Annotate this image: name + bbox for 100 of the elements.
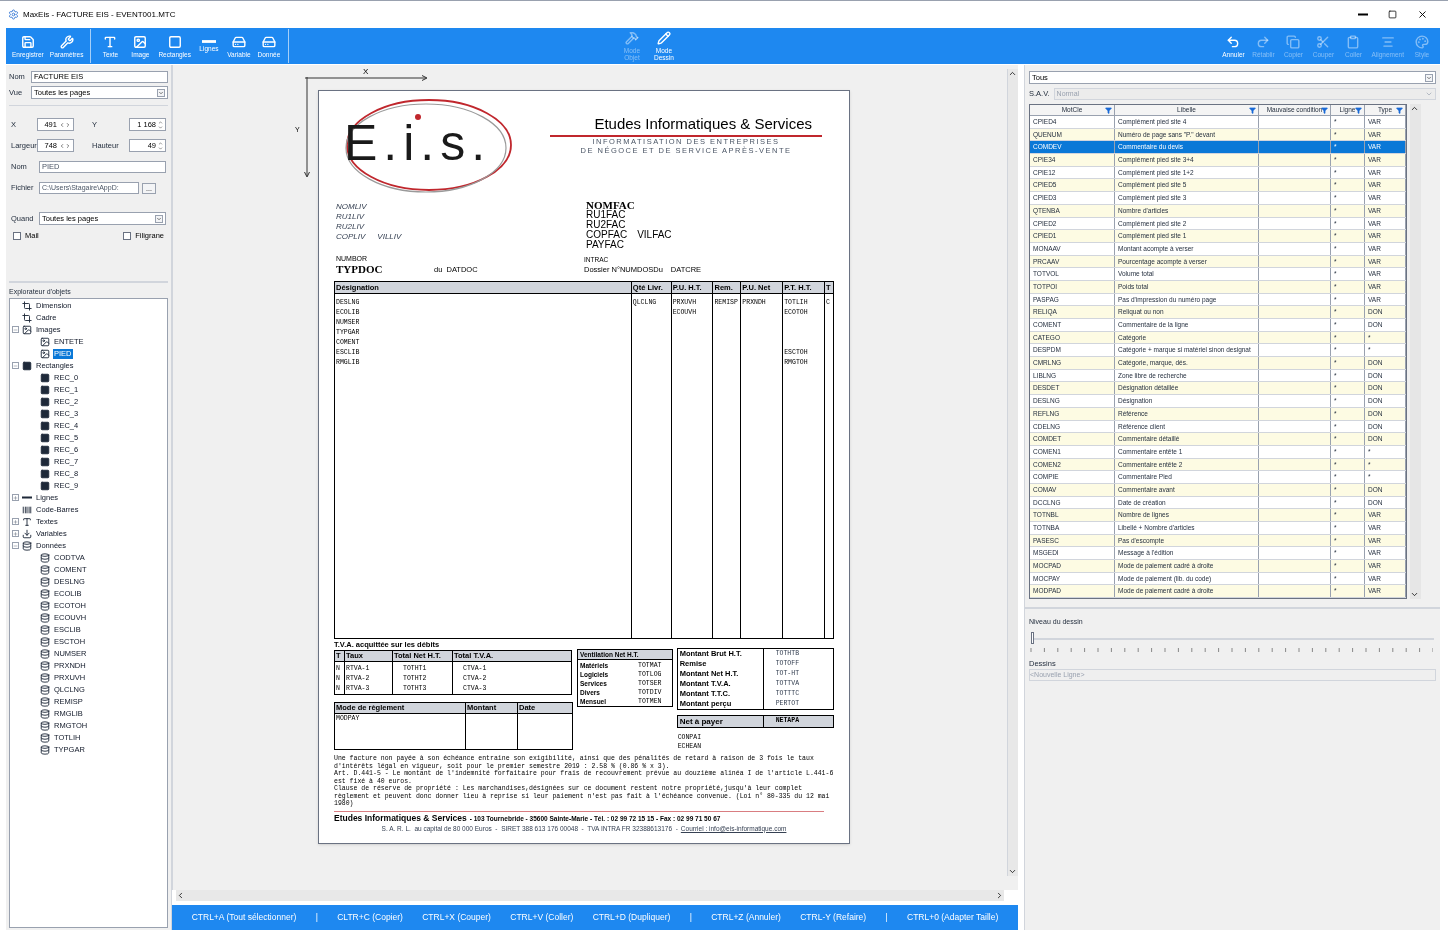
tray-icon (231, 34, 246, 49)
collapse-icon[interactable] (12, 362, 19, 370)
shortcut-hint: CTRL+Z (Annuler) (711, 911, 781, 924)
delivery-field: NOMLIV (336, 202, 586, 212)
billing-field: PAYFAC (586, 240, 672, 250)
database-icon (40, 564, 50, 575)
billing-name: NOMFAC (586, 200, 636, 210)
clipboard-icon (1346, 34, 1361, 49)
square-icon (40, 480, 50, 491)
database-icon (40, 576, 50, 587)
database-icon (40, 744, 50, 755)
checkbox[interactable] (13, 231, 21, 240)
app-icon (8, 9, 19, 20)
square-icon (167, 34, 182, 49)
billing-field: VILFAC (637, 230, 672, 240)
expand-icon[interactable] (12, 530, 19, 538)
square-icon (40, 372, 50, 383)
vertical-scrollbar[interactable] (1007, 69, 1018, 876)
database-icon (22, 540, 32, 551)
database-icon (40, 660, 50, 671)
scissors-icon (1316, 34, 1331, 49)
collapse-icon[interactable] (12, 326, 19, 334)
text-icon (103, 34, 118, 49)
horizontal-scrollbar[interactable] (176, 890, 1004, 901)
dropdown-arrow-icon (157, 88, 165, 97)
slider-thumb[interactable] (1031, 631, 1034, 644)
delivery-field: RU2LIV (336, 222, 586, 232)
hammer-icon (624, 31, 639, 45)
square-icon (40, 444, 50, 455)
align-icon (1380, 34, 1395, 49)
database-icon (40, 636, 50, 647)
company-name: Etudes Informatiques & Services (594, 115, 813, 133)
delivery-field: RU1LIV (336, 212, 586, 222)
shortcut-hint: | (689, 911, 692, 924)
checkbox[interactable] (123, 231, 132, 240)
dropdown-arrow-icon (155, 214, 163, 223)
scroll-down-icon[interactable] (1008, 867, 1017, 876)
scroll-up-icon[interactable] (1410, 104, 1419, 113)
image-icon (40, 348, 50, 359)
crop-icon (22, 312, 32, 323)
shortcut-hint: CLTR+C (Copier) (337, 911, 403, 924)
database-icon (40, 648, 50, 659)
database-icon (40, 696, 50, 707)
square-icon (40, 456, 50, 467)
shortcut-hint: | (885, 911, 888, 924)
filter-icon[interactable] (1321, 107, 1328, 114)
footer-company: Etudes Informatiques & Services (334, 812, 467, 823)
scroll-left-icon[interactable] (176, 891, 185, 900)
close-icon[interactable] (1417, 9, 1428, 20)
database-icon (40, 732, 50, 743)
tray-icon (261, 34, 276, 49)
database-icon (40, 612, 50, 623)
x-axis-arrow-icon (305, 75, 429, 81)
shortcut-hint: CTRL+0 (Adapter Taille) (907, 911, 999, 924)
window-title: MaxEis - FACTURE EIS - EVENT001.MTC (23, 8, 176, 21)
save-icon (20, 34, 35, 49)
wrench-icon (59, 34, 74, 49)
crop-icon (22, 300, 32, 311)
image-icon (22, 324, 32, 335)
expand-icon[interactable] (12, 494, 19, 502)
filter-icon[interactable] (1355, 107, 1362, 114)
filter-icon[interactable] (1396, 107, 1403, 114)
row-label: Net à payer (677, 716, 764, 727)
axis-label: X (363, 66, 369, 78)
delivery-field: VILLIV (377, 232, 402, 242)
line-icon (22, 496, 32, 500)
database-icon (40, 684, 50, 695)
billing-field: RU1FAC (586, 210, 672, 220)
square-icon (40, 420, 50, 431)
square-icon (22, 360, 32, 371)
collapse-icon[interactable] (12, 542, 19, 550)
copy-icon (1286, 34, 1301, 49)
text-icon (22, 516, 32, 527)
filter-icon[interactable] (1105, 107, 1112, 114)
pencil-icon (656, 31, 671, 45)
logo-text: E.i.s. (344, 115, 492, 171)
database-icon (40, 708, 50, 719)
maximize-icon[interactable] (1388, 10, 1397, 19)
image-icon (133, 34, 148, 49)
shortcut-hint: CTRL-Y (Refaire) (800, 911, 867, 924)
document-type: TYPDOC (336, 263, 384, 275)
image-icon (40, 336, 50, 347)
palette-icon (1415, 34, 1429, 49)
dropdown-arrow-icon (1425, 73, 1433, 82)
shortcut-hint: CTRL+A (Tout sélectionner) (191, 911, 297, 924)
expand-icon[interactable] (12, 518, 19, 526)
square-icon (40, 408, 50, 419)
database-icon (40, 624, 50, 635)
square-icon (40, 396, 50, 407)
shortcut-hint: CTRL+V (Coller) (510, 911, 574, 924)
filter-icon[interactable] (1249, 107, 1256, 114)
billing-field: COPFAC (586, 230, 628, 240)
shortcut-hint: CTRL+D (Dupliquer) (592, 911, 671, 924)
scroll-right-icon[interactable] (995, 891, 1004, 900)
download-icon (22, 528, 32, 539)
delivery-field: COPLIV (336, 232, 366, 242)
billing-field: RU2FAC (586, 220, 672, 230)
vertical-scrollbar[interactable] (1410, 104, 1421, 600)
scroll-up-icon[interactable] (1008, 69, 1017, 78)
minimize-icon[interactable] (1358, 13, 1368, 16)
